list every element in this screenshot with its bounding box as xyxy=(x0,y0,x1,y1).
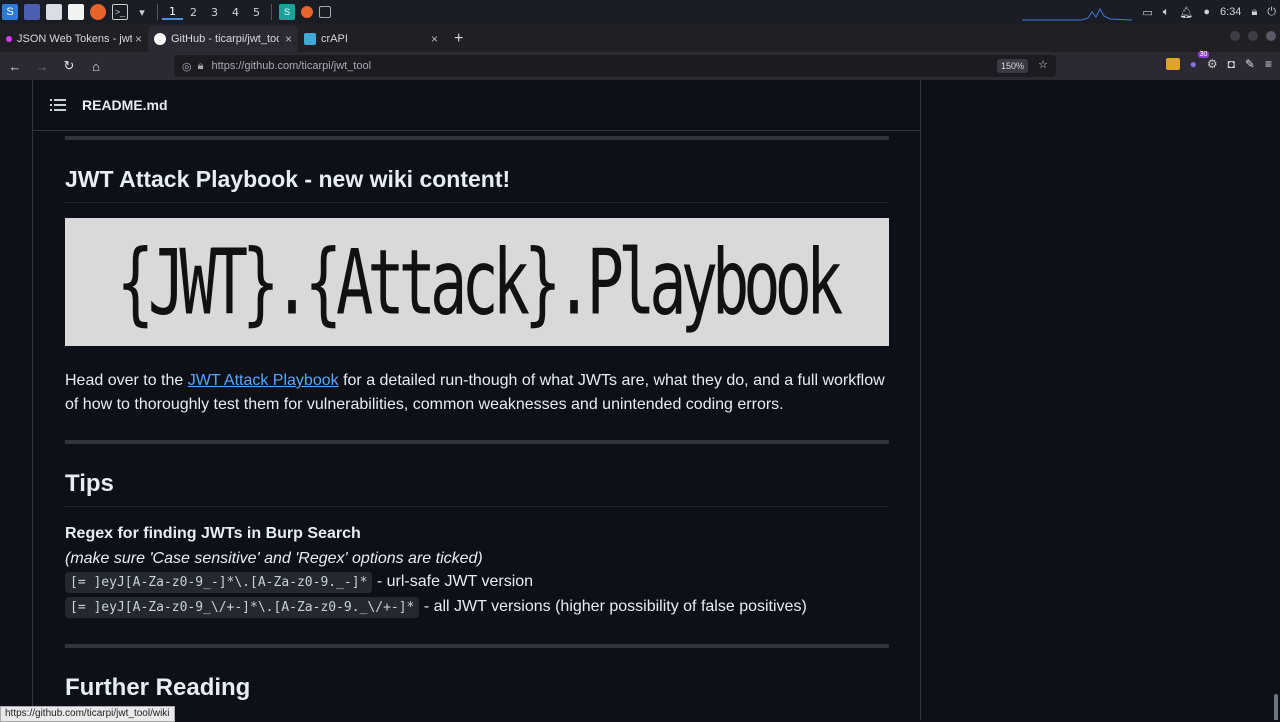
banner-text: {JWT}.{Attack}.Playbook xyxy=(116,229,844,335)
forward-icon[interactable]: → xyxy=(30,54,54,78)
intro-paragraph: Head over to the JWT Attack Playbook for… xyxy=(65,369,895,417)
file-manager-icon[interactable] xyxy=(46,4,62,20)
regex-line-2: [= ]eyJ[A-Za-z0-9_\/+-]*\.[A-Za-z0-9._\/… xyxy=(65,597,807,618)
regex-desc: - url-safe JWT version xyxy=(372,573,534,590)
url-bar[interactable]: ◎ 🔒︎ https://github.com/ticarpi/jwt_tool… xyxy=(174,55,1056,77)
terminal-window-icon[interactable] xyxy=(319,6,331,18)
taskbar-divider xyxy=(157,4,158,20)
browser-tab-strip: JSON Web Tokens - jwt.io × GitHub - tica… xyxy=(0,24,1280,52)
page-content: README.md JWT Attack Playbook - new wiki… xyxy=(0,80,1280,720)
further-reading-heading: Further Reading xyxy=(65,674,251,701)
readme-filename[interactable]: README.md xyxy=(82,97,168,113)
firefox-window-icon[interactable] xyxy=(301,6,313,18)
close-icon[interactable]: × xyxy=(135,32,142,46)
playbook-link[interactable]: JWT Attack Playbook xyxy=(188,372,339,389)
github-icon xyxy=(154,33,166,45)
regex-title: Regex for finding JWTs in Burp Search xyxy=(65,525,361,542)
home-icon[interactable]: ⌂ xyxy=(84,54,108,78)
logout-icon[interactable]: ⏻ xyxy=(1267,6,1276,19)
clock: 6:34 xyxy=(1220,6,1242,18)
readme-header: README.md xyxy=(33,80,920,131)
chevron-down-icon[interactable]: ▾ xyxy=(134,4,150,20)
system-tray: ▭ 🔈︎ 🔔︎ ● 6:34 🔒︎ ⏻ xyxy=(1022,0,1276,24)
divider xyxy=(65,644,889,648)
lock-icon[interactable]: 🔒︎ xyxy=(1251,6,1257,19)
scrollbar-thumb[interactable] xyxy=(1274,694,1278,720)
tips-heading: Tips xyxy=(65,470,114,497)
settings-extension-icon[interactable]: ⚙ xyxy=(1207,57,1218,71)
close-icon[interactable]: × xyxy=(285,32,292,46)
workspace-1[interactable]: 1 xyxy=(162,5,183,20)
display-icon[interactable]: ▭ xyxy=(1142,6,1152,19)
close-window-icon[interactable] xyxy=(1266,31,1276,41)
regex-desc: - all JWT versions (higher possibility o… xyxy=(419,598,807,615)
tab-title: GitHub - ticarpi/jwt_tool: xyxy=(171,33,279,45)
desktop-icon[interactable] xyxy=(24,4,40,20)
volume-icon[interactable]: 🔈︎ xyxy=(1163,6,1170,19)
list-icon[interactable] xyxy=(50,98,66,112)
tab-title: crAPI xyxy=(321,33,348,45)
heading-underline xyxy=(65,506,889,507)
text-editor-icon[interactable] xyxy=(68,4,84,20)
workspace-2[interactable]: 2 xyxy=(183,6,204,19)
network-graph-icon xyxy=(1022,7,1133,21)
playbook-heading: JWT Attack Playbook - new wiki content! xyxy=(65,166,511,192)
tab-title: JSON Web Tokens - jwt.io xyxy=(17,33,132,45)
divider xyxy=(65,440,889,444)
app-menu-icon[interactable]: S xyxy=(2,4,18,20)
tab-crapi[interactable]: crAPI × xyxy=(298,26,444,52)
extension-icon[interactable]: ● 30 xyxy=(1190,51,1210,71)
burp-window-icon[interactable]: S xyxy=(279,4,295,20)
heading-underline xyxy=(65,202,889,203)
firefox-icon[interactable] xyxy=(90,4,106,20)
workspace-4[interactable]: 4 xyxy=(225,6,246,19)
regex-code-urlsafe[interactable]: [= ]eyJ[A-Za-z0-9_-]*\.[A-Za-z0-9._-]* xyxy=(65,572,373,593)
close-icon[interactable]: × xyxy=(431,32,438,46)
readme-panel: README.md JWT Attack Playbook - new wiki… xyxy=(32,80,921,720)
intro-text: Head over to the xyxy=(65,372,188,389)
lock-icon[interactable]: 🔒︎ xyxy=(198,60,204,73)
notification-bell-icon[interactable]: 🔔︎ xyxy=(1179,6,1193,19)
regex-note: (make sure 'Case sensitive' and 'Regex' … xyxy=(65,550,483,567)
crapi-favicon xyxy=(304,33,316,45)
os-taskbar: S >_ ▾ 1 2 3 4 5 S ▭ 🔈︎ 🔔︎ ● 6:34 🔒︎ ⏻ xyxy=(0,0,1280,24)
jwt-favicon xyxy=(6,36,12,42)
tab-jwt-io[interactable]: JSON Web Tokens - jwt.io × xyxy=(0,26,148,52)
reload-icon[interactable]: ↻ xyxy=(57,54,81,78)
menu-icon[interactable]: ≡ xyxy=(1265,57,1272,71)
zoom-level[interactable]: 150% xyxy=(996,59,1028,73)
regex-code-all[interactable]: [= ]eyJ[A-Za-z0-9_\/+-]*\.[A-Za-z0-9._\/… xyxy=(65,597,420,618)
foxyproxy-icon[interactable] xyxy=(1165,58,1180,70)
power-icon[interactable]: ● xyxy=(1203,6,1210,18)
workspace-5[interactable]: 5 xyxy=(246,6,267,19)
back-icon[interactable]: ← xyxy=(3,54,27,78)
wrench-icon[interactable]: ✎ xyxy=(1245,57,1255,71)
tab-github[interactable]: GitHub - ticarpi/jwt_tool: × xyxy=(148,26,298,52)
divider xyxy=(65,136,889,140)
playbook-banner[interactable]: {JWT}.{Attack}.Playbook xyxy=(65,218,889,346)
minimize-icon[interactable] xyxy=(1230,31,1240,41)
new-tab-button[interactable]: + xyxy=(444,26,473,52)
bookmark-star-icon[interactable]: ☆ xyxy=(1038,58,1048,71)
url-text[interactable]: https://github.com/ticarpi/jwt_tool xyxy=(211,60,371,72)
terminal-icon[interactable]: >_ xyxy=(112,4,128,20)
regex-line-1: [= ]eyJ[A-Za-z0-9_-]*\.[A-Za-z0-9._-]* -… xyxy=(65,572,534,593)
pocket-icon[interactable]: ◘ xyxy=(1228,57,1235,71)
maximize-icon[interactable] xyxy=(1248,31,1258,41)
navigation-bar: ← → ↻ ⌂ ◎ 🔒︎ https://github.com/ticarpi/… xyxy=(0,51,1280,80)
taskbar-divider xyxy=(271,4,272,20)
extension-badge: 30 xyxy=(1197,51,1210,58)
tracking-shield-icon[interactable]: ◎ xyxy=(182,60,192,73)
window-controls xyxy=(1230,31,1276,41)
workspace-3[interactable]: 3 xyxy=(204,6,225,19)
toolbar-extensions: ● 30 ⚙ ◘ ✎ ≡ xyxy=(1165,51,1272,71)
